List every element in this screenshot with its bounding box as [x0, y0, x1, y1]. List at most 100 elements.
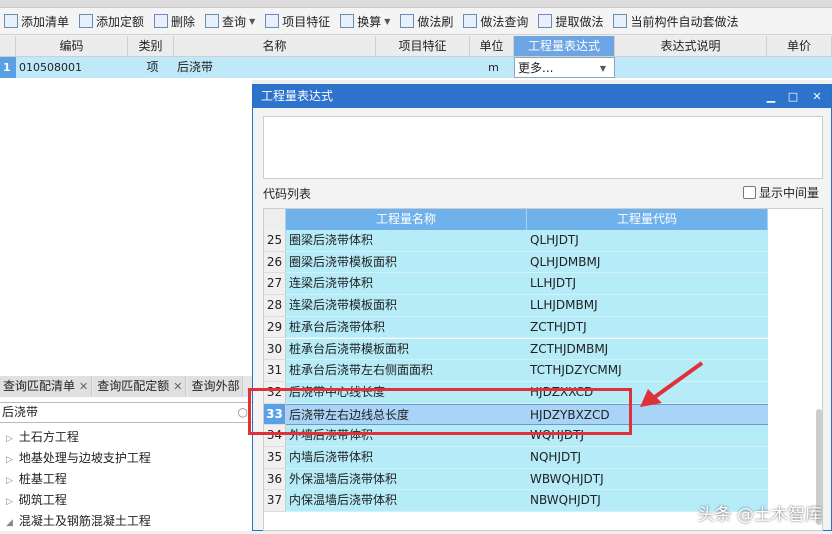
- close-icon[interactable]: ✕: [807, 85, 827, 108]
- expression-dropdown[interactable]: 更多... ▼: [514, 57, 615, 78]
- table-row[interactable]: 27 连梁后浇带体积 LLHJDTJ: [264, 273, 768, 296]
- tab-match-quota[interactable]: 查询匹配定额 ✕: [94, 376, 187, 397]
- chevron-down-icon[interactable]: ▼: [249, 17, 255, 26]
- quantity-code[interactable]: ZCTHJDTJ: [527, 316, 768, 339]
- quantity-code[interactable]: QLHJDTJ: [527, 230, 768, 252]
- toolbar: 添加清单 添加定额 删除 查询 ▼ 项目特征 换算 ▼ 做法刷 做法查询 提取做法 当前构件自动套做法: [0, 8, 832, 35]
- search-input[interactable]: 后浇带 ○: [0, 402, 252, 423]
- chevron-down-icon[interactable]: ▼: [384, 17, 390, 26]
- quantity-name[interactable]: 桩承台后浇带左右侧面面积: [286, 360, 527, 382]
- col-quantity-name[interactable]: 工程量名称: [286, 209, 527, 230]
- row-unit[interactable]: m: [470, 57, 514, 78]
- quantity-code[interactable]: QLHJDMBMJ: [527, 251, 768, 274]
- row-type[interactable]: 项: [128, 57, 174, 78]
- expand-icon[interactable]: ▷: [6, 497, 13, 507]
- tab-label: 查询匹配定额: [97, 379, 170, 393]
- quantity-name[interactable]: 桩承台后浇带体积: [286, 316, 527, 339]
- col-quantity-code[interactable]: 工程量代码: [527, 209, 768, 230]
- row-rest: [615, 57, 832, 78]
- quantity-code[interactable]: NQHJDTJ: [527, 447, 768, 469]
- toolbar-button-0[interactable]: 添加清单: [4, 13, 69, 30]
- show-intermediate-checkbox[interactable]: 显示中间量: [742, 184, 819, 201]
- add-quota-icon: [79, 14, 94, 28]
- toolbar-button-6[interactable]: 做法刷: [400, 13, 453, 30]
- toolbar-button-9[interactable]: 当前构件自动套做法: [613, 13, 738, 30]
- expanded-icon[interactable]: ◢: [6, 518, 13, 528]
- checkbox[interactable]: [742, 186, 756, 199]
- quantity-code[interactable]: LLHJDTJ: [527, 273, 768, 296]
- toolbar-button-7[interactable]: 做法查询: [463, 13, 528, 30]
- col-name[interactable]: 名称: [174, 36, 376, 57]
- toolbar-button-3[interactable]: 查询 ▼: [205, 13, 255, 30]
- quantity-name[interactable]: 连梁后浇带体积: [286, 273, 527, 296]
- quantity-name[interactable]: 内墙后浇带体积: [286, 447, 527, 469]
- tab-label: 查询匹配清单: [3, 379, 76, 393]
- col-price[interactable]: 单价: [767, 36, 832, 57]
- close-icon[interactable]: ✕: [173, 380, 182, 393]
- col-expression[interactable]: 工程量表达式: [514, 36, 615, 57]
- col-type[interactable]: 类别: [128, 36, 174, 57]
- toolbar-label: 添加清单: [21, 14, 70, 29]
- expression-textarea[interactable]: [263, 116, 823, 179]
- quantity-name[interactable]: 外保温墙后浇带体积: [286, 468, 527, 491]
- quantity-name[interactable]: 桩承台后浇带模板面积: [286, 338, 527, 361]
- col-code[interactable]: 编码: [16, 36, 128, 57]
- expand-icon[interactable]: ▷: [6, 476, 13, 486]
- table-row[interactable]: 35 内墙后浇带体积 NQHJDTJ: [264, 447, 768, 469]
- row-name[interactable]: 后浇带: [174, 57, 470, 78]
- toolbar-button-2[interactable]: 删除: [154, 13, 195, 30]
- tree-item[interactable]: ▷ 砌筑工程: [0, 490, 252, 511]
- tab-label: 查询外部: [191, 379, 240, 393]
- expression-value: 更多...: [518, 61, 554, 75]
- col-feature[interactable]: 项目特征: [376, 36, 470, 57]
- col-unit[interactable]: 单位: [470, 36, 514, 57]
- tree-item[interactable]: ▷ 桩基工程: [0, 469, 252, 490]
- tab-external[interactable]: 查询外部: [188, 376, 244, 397]
- toolbar-button-4[interactable]: 项目特征: [265, 13, 330, 30]
- minimize-icon[interactable]: ▁: [761, 85, 781, 108]
- toolbar-button-8[interactable]: 提取做法: [538, 13, 603, 30]
- table-row[interactable]: 37 内保温墙后浇带体积 NBWQHJDTJ: [264, 490, 768, 513]
- row-index[interactable]: 1: [0, 57, 16, 78]
- brush-icon: [400, 14, 415, 28]
- search-value: 后浇带: [2, 405, 39, 419]
- tab-match-list[interactable]: 查询匹配清单 ✕: [0, 376, 93, 397]
- arrow-icon: [640, 361, 704, 407]
- quantity-code[interactable]: WBWQHJDTJ: [527, 468, 768, 491]
- tree-item[interactable]: ▷ 土石方工程: [0, 427, 252, 448]
- tree-label: 地基处理与边坡支护工程: [18, 451, 151, 465]
- tree-label: 土石方工程: [18, 430, 79, 444]
- method-query-icon: [463, 14, 478, 28]
- maximize-icon[interactable]: □: [783, 85, 803, 108]
- fx-icon: [340, 14, 355, 28]
- toolbar-label: 做法刷: [417, 14, 454, 29]
- tree-item[interactable]: ▷ 地基处理与边坡支护工程: [0, 448, 252, 469]
- extract-icon: [538, 14, 553, 28]
- quantity-name[interactable]: 圈梁后浇带体积: [286, 230, 527, 252]
- row-number: 30: [264, 338, 286, 361]
- table-row[interactable]: 26 圈梁后浇带模板面积 QLHJDMBMJ: [264, 251, 768, 274]
- table-row[interactable]: 29 桩承台后浇带体积 ZCTHJDTJ: [264, 316, 768, 339]
- quantity-name[interactable]: 连梁后浇带模板面积: [286, 295, 527, 317]
- close-icon[interactable]: ✕: [79, 380, 88, 393]
- highlight-box: [248, 388, 632, 435]
- expand-icon[interactable]: ▷: [6, 434, 13, 444]
- toolbar-button-1[interactable]: 添加定额: [79, 13, 144, 30]
- search-icon[interactable]: ○: [238, 403, 248, 422]
- grid-corner: [0, 36, 16, 57]
- expand-icon[interactable]: ▷: [6, 455, 13, 465]
- col-expression-desc[interactable]: 表达式说明: [615, 36, 767, 57]
- row-code[interactable]: 010508001: [16, 57, 128, 78]
- table-row[interactable]: 25 圈梁后浇带体积 QLHJDTJ: [264, 230, 768, 252]
- toolbar-button-5[interactable]: 换算 ▼: [340, 13, 390, 30]
- list-grid: 编码 类别 名称 项目特征 单位 工程量表达式 表达式说明 单价 1 01050…: [0, 36, 832, 80]
- auto-apply-icon: [613, 14, 628, 28]
- row-number: 31: [264, 360, 286, 382]
- quantity-name[interactable]: 圈梁后浇带模板面积: [286, 251, 527, 274]
- quantity-name[interactable]: 内保温墙后浇带体积: [286, 490, 527, 513]
- table-row[interactable]: 28 连梁后浇带模板面积 LLHJDMBMJ: [264, 295, 768, 317]
- tree-item[interactable]: ◢ 混凝土及钢筋混凝土工程: [0, 511, 252, 532]
- query-tabs: 查询匹配清单 ✕ 查询匹配定额 ✕ 查询外部: [0, 376, 252, 397]
- table-row[interactable]: 36 外保温墙后浇带体积 WBWQHJDTJ: [264, 468, 768, 491]
- quantity-code[interactable]: LLHJDMBMJ: [527, 295, 768, 317]
